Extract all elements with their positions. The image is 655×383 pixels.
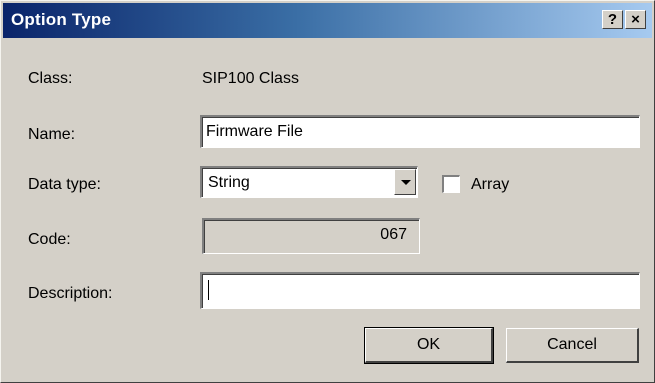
code-label: Code: [28, 231, 71, 248]
close-button[interactable]: × [625, 10, 646, 29]
chevron-down-icon[interactable] [394, 169, 416, 195]
code-field[interactable]: 067 [202, 218, 420, 254]
code-value: 067 [380, 226, 407, 243]
title-bar[interactable]: Option Type ? × [3, 3, 652, 38]
name-input[interactable]: Firmware File [200, 115, 640, 148]
class-label: Class: [28, 70, 73, 87]
help-button[interactable]: ? [602, 10, 623, 29]
array-checkbox[interactable] [442, 175, 460, 193]
cancel-button[interactable]: Cancel [506, 328, 639, 363]
ok-button[interactable]: OK [364, 327, 494, 364]
description-input[interactable] [200, 272, 640, 309]
array-label[interactable]: Array [471, 176, 509, 194]
class-value: SIP100 Class [202, 70, 299, 87]
datatype-select[interactable]: String [200, 166, 418, 198]
window-title: Option Type [11, 10, 112, 29]
description-label: Description: [28, 285, 113, 302]
text-caret [208, 280, 209, 300]
datatype-selected-value: String [208, 174, 250, 191]
datatype-label: Data type: [28, 176, 101, 193]
name-label: Name: [28, 126, 76, 143]
name-input-value: Firmware File [206, 123, 303, 140]
option-type-dialog: Option Type ? × Class: SIP100 Class Name… [0, 0, 655, 383]
